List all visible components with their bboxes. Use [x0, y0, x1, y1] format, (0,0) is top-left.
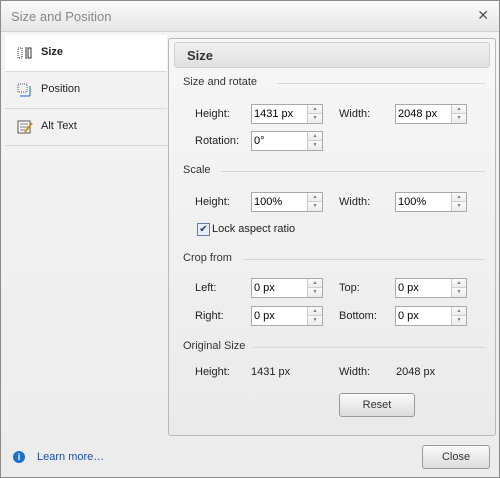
section-divider — [243, 259, 485, 260]
scale-width-label: Width: — [339, 196, 371, 208]
decrement-arrow-icon[interactable]: ▼ — [451, 202, 466, 211]
crop-bottom-label: Bottom: — [339, 310, 377, 322]
original-height-label: Height: — [195, 366, 230, 378]
crop-bottom-stepper[interactable]: ▲ ▼ — [395, 306, 467, 326]
scale-height-label: Height: — [195, 196, 230, 208]
increment-arrow-icon[interactable]: ▲ — [307, 105, 322, 114]
scale-width-input[interactable] — [396, 193, 450, 211]
reset-button[interactable]: Reset — [339, 393, 415, 417]
close-icon[interactable]: ✕ — [477, 7, 489, 24]
height-stepper[interactable]: ▲ ▼ — [251, 104, 323, 124]
dialog-title: Size and Position — [11, 9, 112, 24]
info-icon: i — [13, 451, 25, 463]
increment-arrow-icon[interactable]: ▲ — [307, 307, 322, 316]
crop-top-input[interactable] — [396, 279, 450, 297]
size-icon — [17, 46, 33, 60]
sidebar-item-size[interactable]: Size — [5, 35, 167, 72]
original-height-value: 1431 px — [251, 366, 291, 378]
increment-arrow-icon[interactable]: ▲ — [451, 307, 466, 316]
decrement-arrow-icon[interactable]: ▼ — [451, 288, 466, 297]
section-size-rotate: Size and rotate — [183, 76, 257, 88]
sidebar-item-label: Position — [41, 83, 81, 95]
width-label: Width: — [339, 108, 371, 120]
learn-more-link[interactable]: Learn more… — [37, 451, 104, 463]
crop-left-input[interactable] — [252, 279, 306, 297]
position-icon — [17, 83, 33, 97]
crop-right-stepper[interactable]: ▲ ▼ — [251, 306, 323, 326]
increment-arrow-icon[interactable]: ▲ — [307, 193, 322, 202]
lock-aspect-ratio-checkbox[interactable]: ✔ — [197, 223, 210, 236]
decrement-arrow-icon[interactable]: ▼ — [307, 114, 322, 123]
alt-text-icon — [17, 120, 33, 134]
sidebar-item-label: Size — [41, 46, 64, 58]
height-input[interactable] — [252, 105, 306, 123]
section-scale: Scale — [183, 164, 211, 176]
rotation-label: Rotation: — [195, 135, 240, 147]
rotation-stepper[interactable]: ▲ ▼ — [251, 131, 323, 151]
panel-header: Size — [174, 42, 490, 68]
crop-right-label: Right: — [195, 310, 224, 322]
rotation-input[interactable] — [252, 132, 306, 150]
increment-arrow-icon[interactable]: ▲ — [451, 105, 466, 114]
crop-left-stepper[interactable]: ▲ ▼ — [251, 278, 323, 298]
title-bar: Size and Position ✕ — [1, 1, 499, 32]
scale-height-input[interactable] — [252, 193, 306, 211]
increment-arrow-icon[interactable]: ▲ — [307, 132, 322, 141]
crop-left-label: Left: — [195, 282, 217, 294]
crop-top-label: Top: — [339, 282, 360, 294]
original-width-label: Width: — [339, 366, 371, 378]
panel-title: Size — [187, 48, 214, 63]
size-panel: Size Size and rotate Height: ▲ ▼ Width: … — [168, 38, 496, 436]
sidebar-item-alt-text[interactable]: Alt Text — [5, 109, 167, 146]
sidebar-item-label: Alt Text — [41, 120, 77, 132]
section-divider — [253, 347, 485, 348]
height-label: Height: — [195, 108, 230, 120]
section-divider — [221, 171, 485, 172]
increment-arrow-icon[interactable]: ▲ — [451, 279, 466, 288]
decrement-arrow-icon[interactable]: ▼ — [451, 114, 466, 123]
decrement-arrow-icon[interactable]: ▼ — [307, 288, 322, 297]
section-original-size: Original Size — [183, 340, 246, 352]
scale-height-stepper[interactable]: ▲ ▼ — [251, 192, 323, 212]
width-input[interactable] — [396, 105, 450, 123]
width-stepper[interactable]: ▲ ▼ — [395, 104, 467, 124]
decrement-arrow-icon[interactable]: ▼ — [307, 316, 322, 325]
scale-width-stepper[interactable]: ▲ ▼ — [395, 192, 467, 212]
crop-bottom-input[interactable] — [396, 307, 450, 325]
section-crop: Crop from — [183, 252, 232, 264]
decrement-arrow-icon[interactable]: ▼ — [307, 141, 322, 150]
lock-aspect-ratio-label: Lock aspect ratio — [212, 223, 296, 235]
crop-top-stepper[interactable]: ▲ ▼ — [395, 278, 467, 298]
crop-right-input[interactable] — [252, 307, 306, 325]
section-divider — [277, 83, 485, 84]
increment-arrow-icon[interactable]: ▲ — [451, 193, 466, 202]
sidebar-item-position[interactable]: Position — [5, 72, 167, 109]
decrement-arrow-icon[interactable]: ▼ — [451, 316, 466, 325]
increment-arrow-icon[interactable]: ▲ — [307, 279, 322, 288]
close-button[interactable]: Close — [422, 445, 490, 469]
sidebar-nav: Size Position Alt Text — [5, 35, 167, 146]
size-position-dialog: Size and Position ✕ Size Position Alt Te… — [0, 0, 500, 478]
original-width-value: 2048 px — [396, 366, 436, 378]
decrement-arrow-icon[interactable]: ▼ — [307, 202, 322, 211]
